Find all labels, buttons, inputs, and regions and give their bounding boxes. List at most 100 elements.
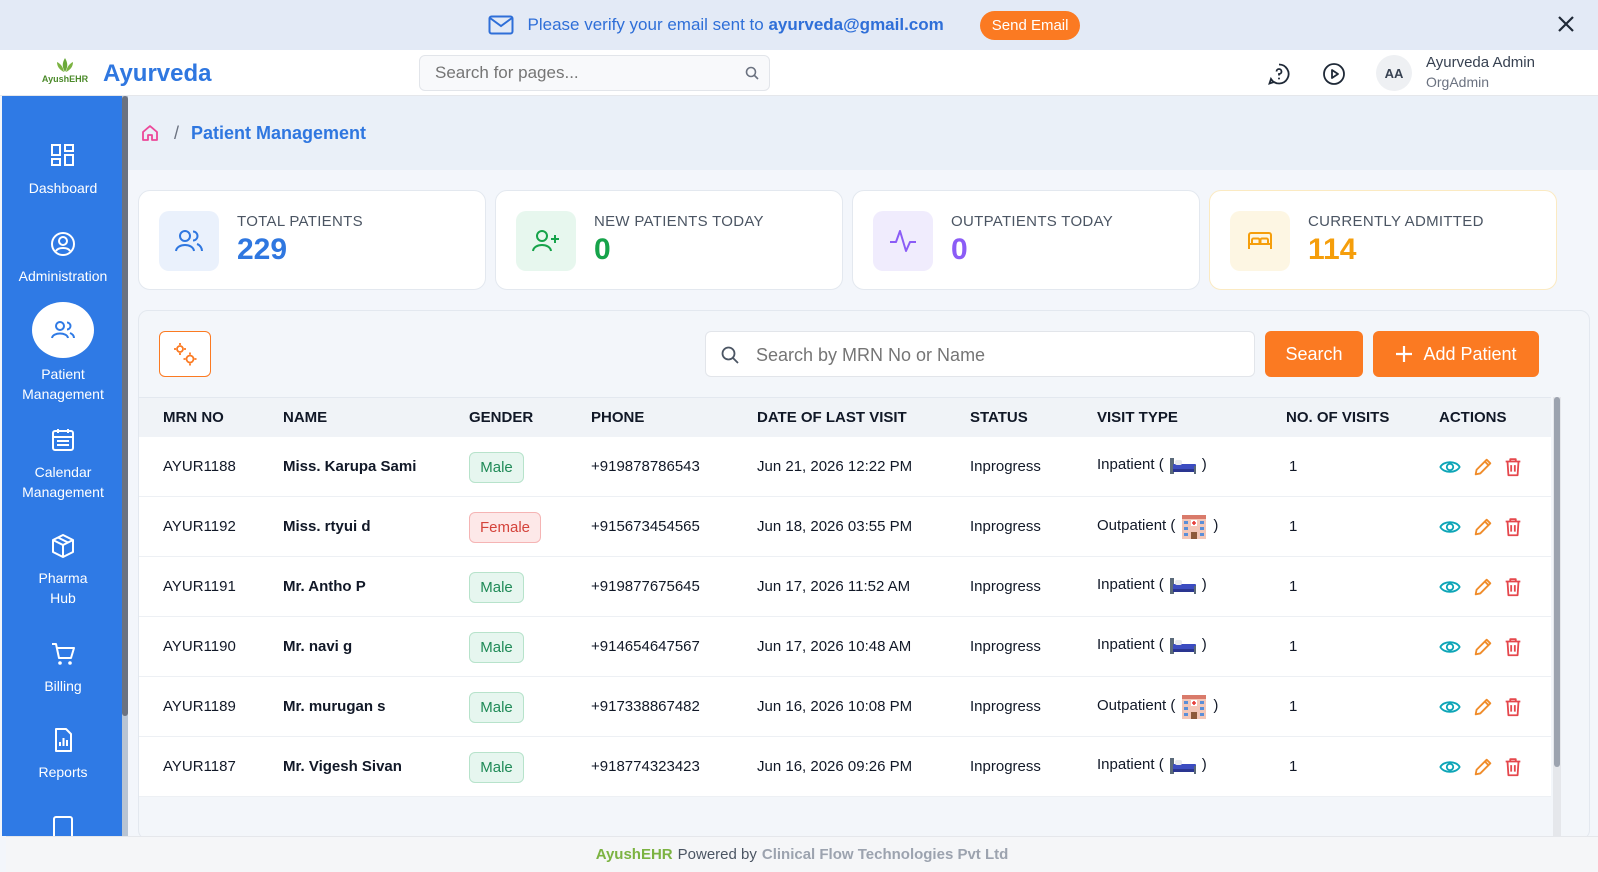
- visits-count-cell: 1: [1289, 578, 1298, 595]
- visit-type-label: Inpatient: [1097, 635, 1155, 653]
- plus-icon: [1396, 346, 1413, 362]
- gender-badge: Male: [469, 572, 524, 603]
- sidebar-item-pharma-hub[interactable]: Pharma Hub: [2, 532, 124, 608]
- send-email-button[interactable]: Send Email: [979, 10, 1081, 40]
- mrn-cell: AYUR1187: [163, 758, 236, 775]
- mrn-cell: AYUR1190: [163, 638, 236, 655]
- delete-icon[interactable]: [1502, 756, 1524, 778]
- column-settings-button[interactable]: [159, 331, 211, 377]
- help-chat-icon[interactable]: [1267, 62, 1291, 86]
- sidebar-item-calendar-management[interactable]: Calendar Management: [2, 426, 124, 502]
- edit-icon[interactable]: [1472, 516, 1494, 538]
- view-icon[interactable]: [1439, 576, 1461, 598]
- footer-company[interactable]: Clinical Flow Technologies Pvt Ltd: [762, 846, 1008, 863]
- column-header[interactable]: DATE OF LAST VISIT: [757, 409, 907, 426]
- stat-value: 0: [594, 233, 611, 266]
- activity-icon: [890, 230, 916, 252]
- app-logo[interactable]: AyushEHR: [42, 52, 88, 94]
- column-header[interactable]: NO. OF VISITS: [1286, 409, 1389, 426]
- sidebar-item-label: Billing: [44, 678, 82, 694]
- stat-label: CURRENTLY ADMITTED: [1308, 213, 1484, 230]
- edit-icon[interactable]: [1472, 456, 1494, 478]
- phone-cell: +914654647567: [591, 638, 700, 655]
- sidebar-item-dashboard[interactable]: Dashboard: [2, 142, 124, 198]
- delete-icon[interactable]: [1502, 636, 1524, 658]
- visit-type-label: Outpatient: [1097, 516, 1167, 534]
- sidebar-item-label: Dashboard: [28, 180, 98, 196]
- name-cell[interactable]: Miss. Karupa Sami: [283, 458, 416, 475]
- sidebar-item-patient-management[interactable]: Patient Management: [2, 302, 124, 404]
- table-scrollbar[interactable]: [1553, 397, 1561, 839]
- visits-count-cell: 1: [1289, 758, 1298, 775]
- view-icon[interactable]: [1439, 756, 1461, 778]
- column-header[interactable]: STATUS: [970, 409, 1028, 426]
- sidebar-item-label: Pharma Hub: [38, 570, 88, 606]
- scrollbar-thumb[interactable]: [1554, 397, 1560, 767]
- view-icon[interactable]: [1439, 516, 1461, 538]
- patient-search-input[interactable]: [756, 338, 1236, 372]
- table-row[interactable]: AYUR1190 Mr. navi g Male +914654647567 Jun 1…: [139, 617, 1551, 677]
- sidebar-item-reports[interactable]: Reports: [2, 726, 124, 782]
- dashboard-icon: [51, 144, 74, 166]
- search-button[interactable]: Search: [1265, 331, 1363, 377]
- home-icon[interactable]: [140, 123, 160, 143]
- name-cell[interactable]: Mr. Antho P: [283, 578, 366, 595]
- last-visit-cell: Jun 17, 2026 10:48 AM: [757, 638, 912, 655]
- delete-icon[interactable]: [1502, 456, 1524, 478]
- page-search[interactable]: [419, 55, 770, 91]
- stat-icon-box: [159, 211, 219, 271]
- name-cell[interactable]: Miss. rtyui d: [283, 518, 371, 535]
- page-search-input[interactable]: [420, 56, 720, 90]
- edit-icon[interactable]: [1472, 576, 1494, 598]
- mrn-cell: AYUR1189: [163, 698, 236, 715]
- visits-count-cell: 1: [1289, 638, 1298, 655]
- view-icon[interactable]: [1439, 636, 1461, 658]
- column-header[interactable]: VISIT TYPE: [1097, 409, 1178, 426]
- table-row[interactable]: AYUR1189 Mr. murugan s Male +917338867482 Ju…: [139, 677, 1551, 737]
- sidebar-item-administration[interactable]: Administration: [2, 230, 124, 286]
- phone-cell: +919877675645: [591, 578, 700, 595]
- name-cell[interactable]: Mr. Vigesh Sivan: [283, 758, 402, 775]
- visit-type-label: Inpatient: [1097, 575, 1155, 593]
- avatar[interactable]: AA: [1376, 55, 1412, 91]
- table-row[interactable]: AYUR1191 Mr. Antho P Male +919877675645 Jun …: [139, 557, 1551, 617]
- play-icon[interactable]: [1322, 62, 1346, 86]
- stat-label: NEW PATIENTS TODAY: [594, 213, 764, 230]
- view-icon[interactable]: [1439, 456, 1461, 478]
- add-patient-label: Add Patient: [1423, 343, 1517, 364]
- edit-icon[interactable]: [1472, 696, 1494, 718]
- last-visit-cell: Jun 16, 2026 10:08 PM: [757, 698, 913, 715]
- patient-search[interactable]: [705, 331, 1255, 377]
- name-cell[interactable]: Mr. murugan s: [283, 698, 386, 715]
- users-icon: [175, 230, 203, 252]
- table-row[interactable]: AYUR1192 Miss. rtyui d Female +915673454565…: [139, 497, 1551, 557]
- sidebar-item-more[interactable]: [2, 814, 124, 836]
- edit-icon[interactable]: [1472, 756, 1494, 778]
- visits-count-cell: 1: [1289, 518, 1298, 535]
- delete-icon[interactable]: [1502, 576, 1524, 598]
- view-icon[interactable]: [1439, 696, 1461, 718]
- status-cell: Inprogress: [970, 758, 1041, 775]
- edit-icon[interactable]: [1472, 636, 1494, 658]
- table-row[interactable]: AYUR1188 Miss. Karupa Sami Male +9198787865…: [139, 437, 1551, 497]
- sidebar-item-label: Patient Management: [22, 366, 104, 402]
- column-header: ACTIONS: [1439, 409, 1507, 426]
- delete-icon[interactable]: [1502, 696, 1524, 718]
- column-header[interactable]: NAME: [283, 409, 327, 426]
- name-cell[interactable]: Mr. navi g: [283, 638, 352, 655]
- breadcrumb-current[interactable]: Patient Management: [191, 123, 366, 144]
- add-patient-button[interactable]: Add Patient: [1373, 331, 1539, 377]
- gender-badge: Male: [469, 452, 524, 483]
- column-header[interactable]: GENDER: [469, 409, 533, 426]
- cart-icon: [52, 643, 75, 665]
- sidebar-item-billing[interactable]: Billing: [2, 640, 124, 696]
- table-row[interactable]: AYUR1187 Mr. Vigesh Sivan Male +91877432342…: [139, 737, 1551, 797]
- patient-table-panel: Search Add Patient MRN NO NAME GENDER PH…: [138, 310, 1590, 840]
- settings-icon: [174, 343, 197, 366]
- status-cell: Inprogress: [970, 698, 1041, 715]
- column-header[interactable]: PHONE: [591, 409, 644, 426]
- delete-icon[interactable]: [1502, 516, 1524, 538]
- close-icon[interactable]: [1554, 12, 1578, 36]
- column-header[interactable]: MRN NO: [163, 409, 224, 426]
- visit-type-label: Inpatient: [1097, 755, 1155, 773]
